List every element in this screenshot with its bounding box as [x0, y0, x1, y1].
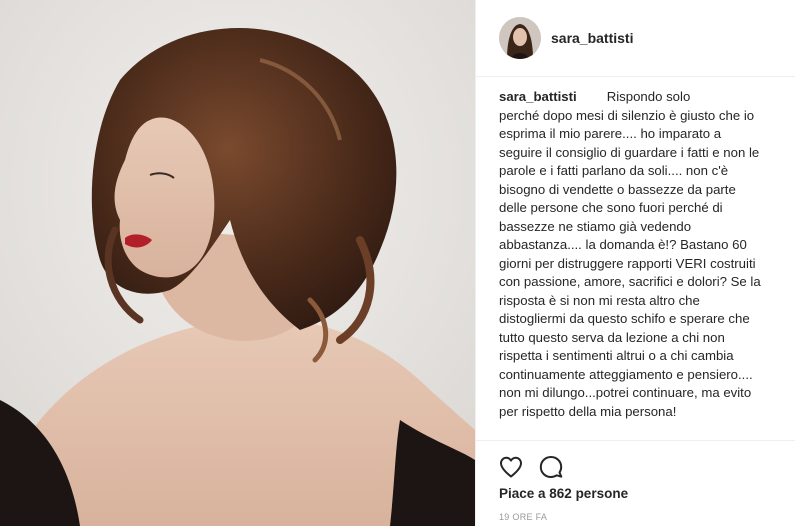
caption-text: Rispondo solo perché dopo mesi di silenz…: [499, 89, 761, 419]
avatar[interactable]: [499, 17, 541, 59]
action-buttons: [498, 454, 564, 480]
likes-count[interactable]: Piace a 862 persone: [499, 486, 628, 501]
heart-icon[interactable]: [498, 454, 524, 480]
post-details: sara_battisti sara_battisti Rispondo solo…: [475, 0, 795, 526]
post-caption: sara_battisti Rispondo solo perché dopo m…: [499, 88, 761, 421]
comment-icon[interactable]: [538, 454, 564, 480]
header-username[interactable]: sara_battisti: [551, 30, 633, 46]
post-timestamp[interactable]: 19 ORE FA: [499, 512, 547, 522]
caption-username[interactable]: sara_battisti: [499, 89, 577, 104]
portrait-image: [0, 0, 475, 526]
post-header: sara_battisti: [476, 0, 795, 77]
avatar-image: [499, 17, 541, 59]
instagram-post: sara_battisti sara_battisti Rispondo solo…: [0, 0, 795, 526]
post-photo[interactable]: [0, 0, 475, 526]
actions-divider: [476, 440, 795, 441]
